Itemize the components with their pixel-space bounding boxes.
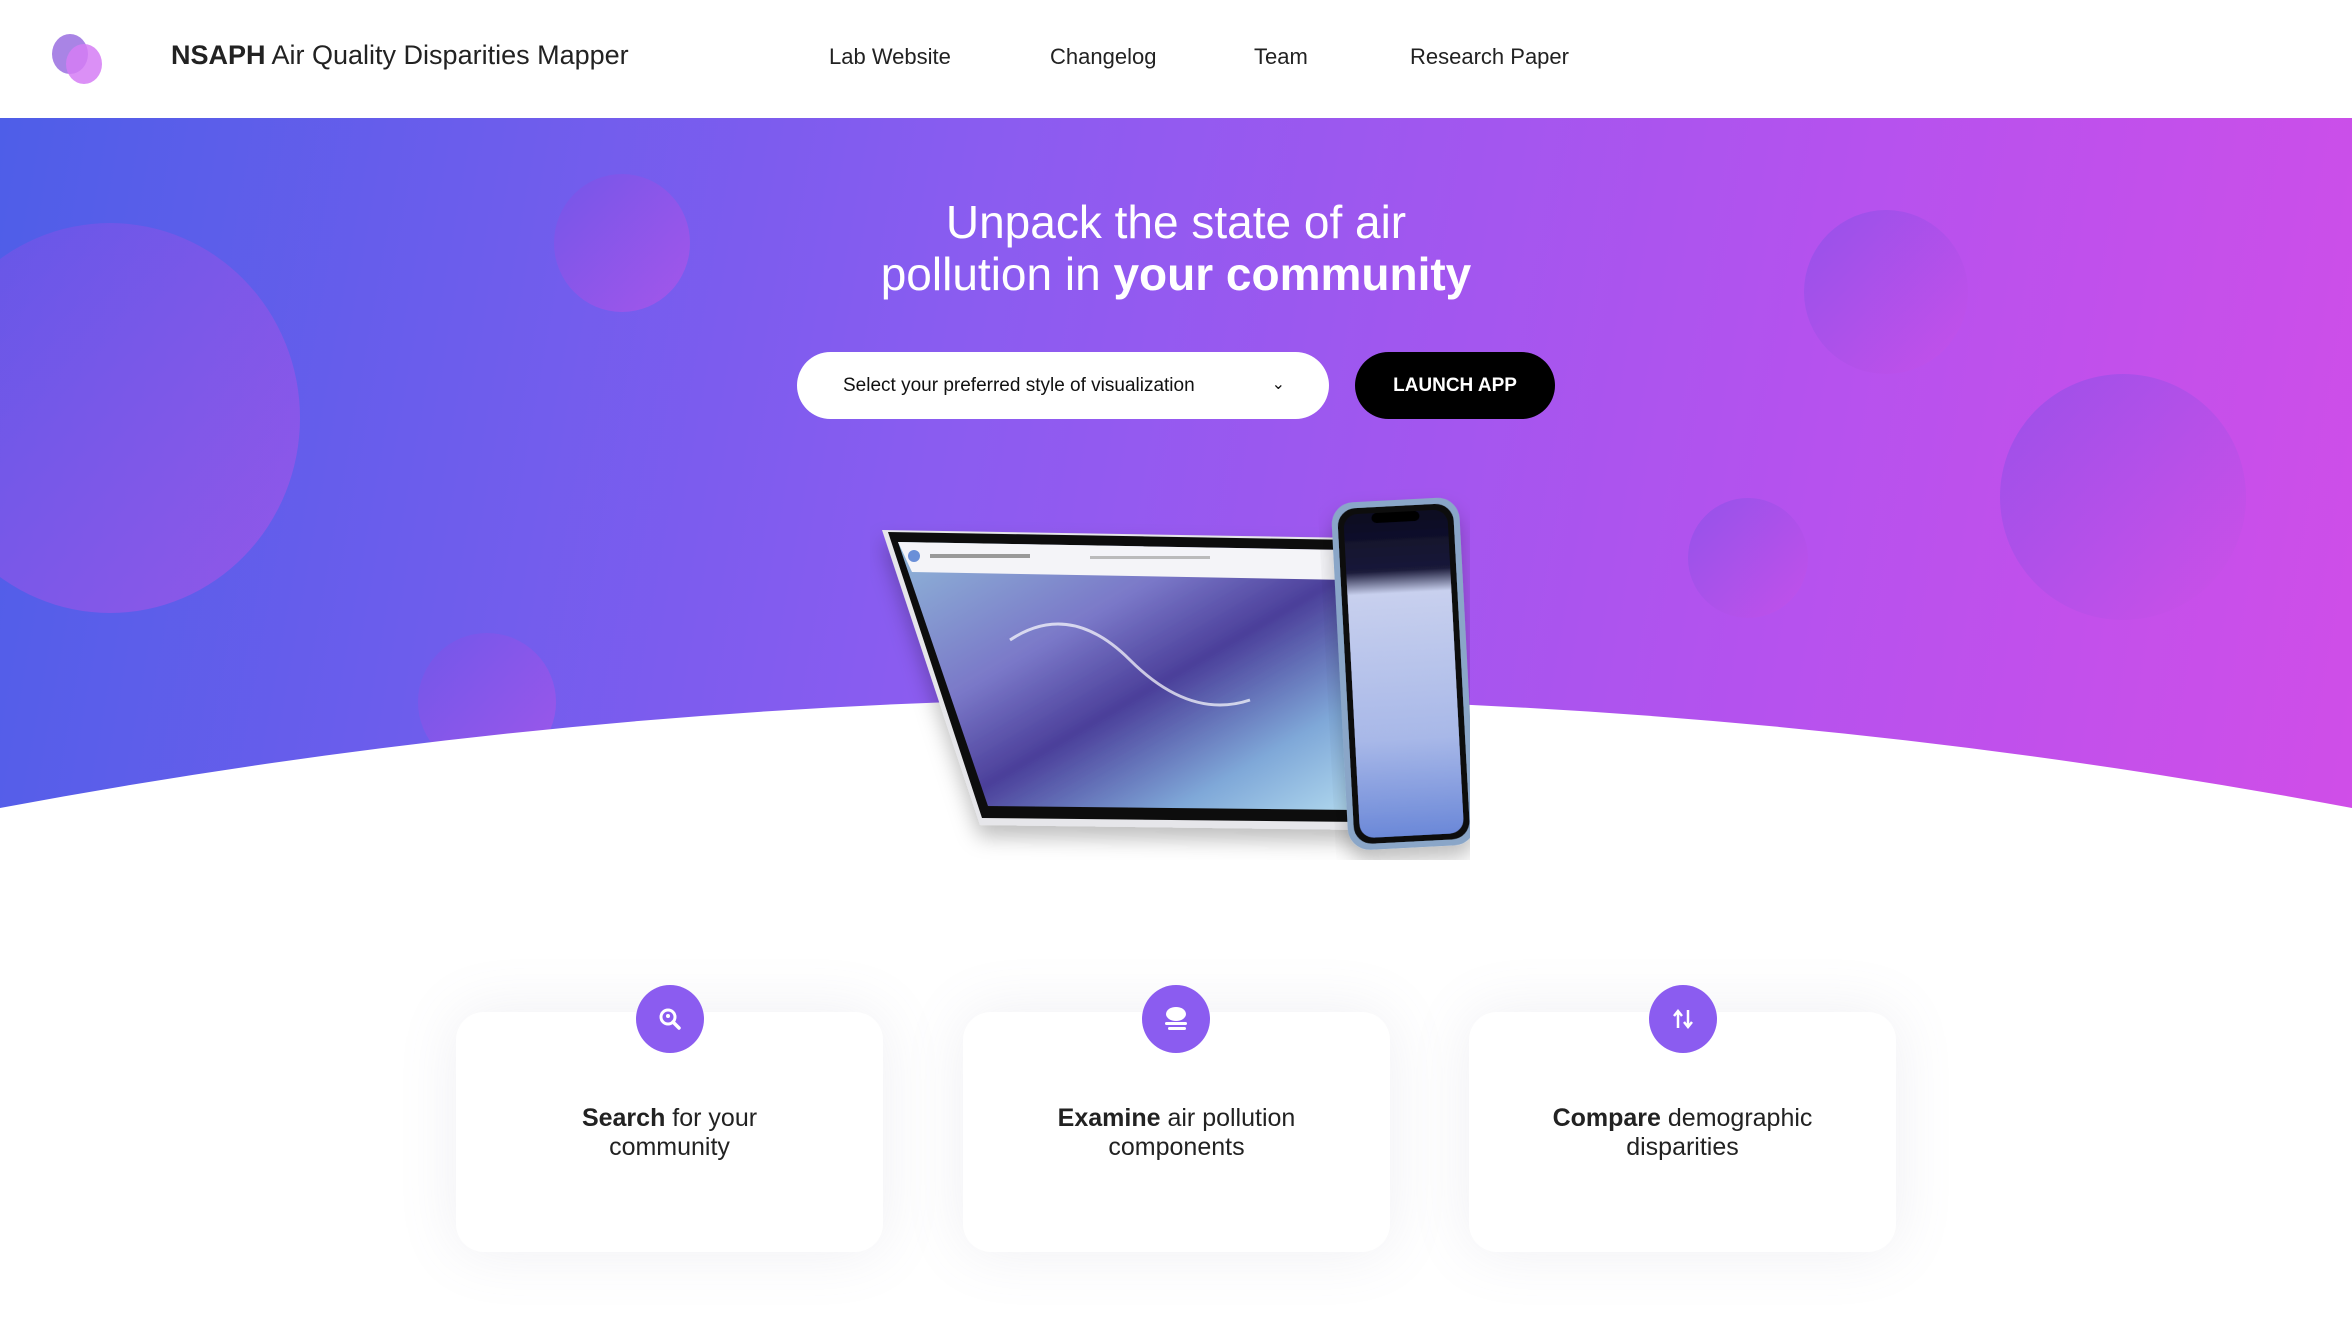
search-location-icon bbox=[636, 985, 704, 1053]
smog-cloud-icon bbox=[1142, 985, 1210, 1053]
launch-app-button[interactable]: LAUNCH APP bbox=[1355, 352, 1555, 419]
compare-arrows-icon bbox=[1649, 985, 1717, 1053]
chevron-down-icon: ⌄ bbox=[1271, 376, 1285, 393]
brand-rest: Air Quality Disparities Mapper bbox=[265, 40, 629, 70]
nav-changelog[interactable]: Changelog bbox=[1050, 44, 1156, 70]
navbar: NSAPH Air Quality Disparities Mapper Lab… bbox=[0, 0, 2352, 118]
logo[interactable] bbox=[52, 34, 108, 84]
feature-search-text: Search for your community bbox=[456, 1104, 883, 1162]
nav-lab-website[interactable]: Lab Website bbox=[829, 44, 951, 70]
headline-plain: pollution in bbox=[880, 248, 1114, 300]
brand-title[interactable]: NSAPH Air Quality Disparities Mapper bbox=[171, 40, 629, 71]
feature-bold: Compare bbox=[1552, 1104, 1661, 1132]
headline-bold: your community bbox=[1113, 248, 1472, 300]
feature-bold: Examine bbox=[1057, 1104, 1161, 1132]
feature-rest: air pollution bbox=[1160, 1104, 1296, 1132]
feature-examine-text: Examine air pollution components bbox=[963, 1104, 1390, 1162]
feature-line2: disparities bbox=[1626, 1133, 1739, 1161]
headline-line1: Unpack the state of air bbox=[945, 196, 1407, 248]
device-mockup-image bbox=[882, 497, 1470, 850]
brand-bold: NSAPH bbox=[171, 40, 266, 70]
nav-research-paper[interactable]: Research Paper bbox=[1410, 44, 1569, 70]
headline-line2: pollution in your community bbox=[0, 248, 2352, 300]
feature-bold: Search bbox=[581, 1104, 666, 1132]
feature-line2: community bbox=[609, 1133, 730, 1161]
feature-rest: demographic bbox=[1660, 1104, 1813, 1132]
visualization-style-select[interactable]: Select your preferred style of visualiza… bbox=[797, 352, 1329, 419]
feature-compare-text: Compare demographic disparities bbox=[1469, 1104, 1896, 1162]
hero-headline: Unpack the state of air pollution in you… bbox=[0, 196, 2352, 300]
select-value: Select your preferred style of visualiza… bbox=[843, 374, 1195, 396]
feature-line2: components bbox=[1108, 1133, 1245, 1161]
nav-team[interactable]: Team bbox=[1254, 44, 1308, 70]
feature-rest: for your bbox=[665, 1104, 758, 1132]
